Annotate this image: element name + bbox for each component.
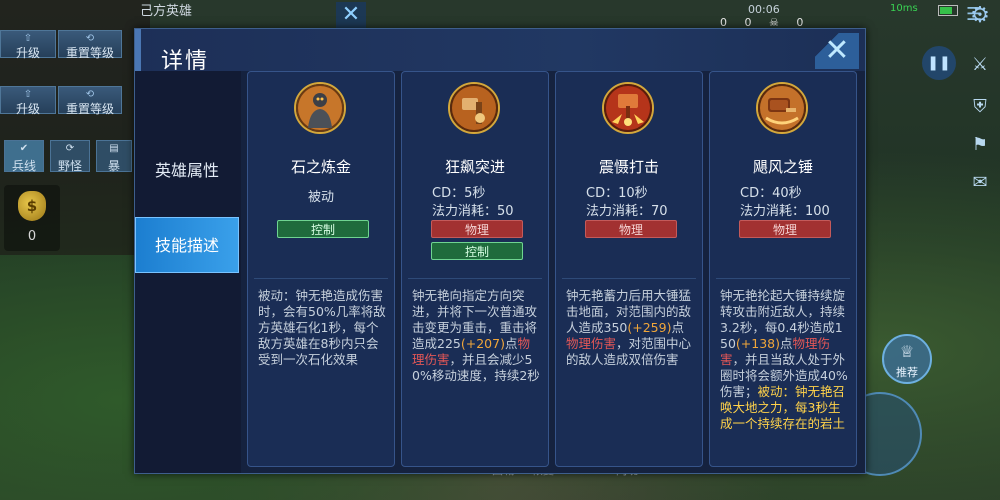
modal-sidebar: 英雄属性 技能描述 xyxy=(135,71,241,473)
gold-counter: $ 0 xyxy=(4,185,60,251)
skill-description: 钟无艳抡起大锤持续旋转攻击附近敌人，持续3.2秒，每0.4秒造成150(+138… xyxy=(720,288,848,432)
desc-damage-type: 物理伤害 xyxy=(566,336,617,351)
stone-alchemy-icon xyxy=(294,82,346,134)
reset-label: 重置等级 xyxy=(65,102,114,116)
skill-cd: CD：5秒 xyxy=(432,186,486,201)
skill-name: 狂飙突进 xyxy=(444,158,505,176)
skill-cd: CD：10秒 xyxy=(586,186,648,201)
tab-icon: ▤ xyxy=(109,143,119,154)
nav-hero-attributes[interactable]: 英雄属性 xyxy=(135,143,239,199)
tab-minion-wave[interactable]: ✔ 兵线 xyxy=(4,140,44,173)
tab-third[interactable]: ▤ 暴 xyxy=(96,140,132,173)
gold-value: 0 xyxy=(27,229,37,244)
header-accent-bar xyxy=(135,29,141,71)
reset-icon: ⟲ xyxy=(85,33,95,44)
skill-card-3: 飓风之锤 CD：40秒 法力消耗：100 物理 钟无艳抡起大锤持续旋转攻击附近敌… xyxy=(709,71,857,467)
skill-card-header: 飓风之锤 CD：40秒 法力消耗：100 物理 xyxy=(710,72,856,278)
tab-label: 野怪 xyxy=(57,159,82,173)
pause-button[interactable]: ❚❚ xyxy=(922,46,956,80)
ping-value: 10ms xyxy=(890,3,918,14)
check-icon: ✔ xyxy=(19,143,29,154)
skill-cost: 法力消耗：70 xyxy=(586,204,668,219)
reset-label: 重置等级 xyxy=(65,46,114,60)
upgrade-button-1[interactable]: ⇧ 升级 xyxy=(0,30,56,60)
skill-description: 钟无艳向指定方向突进，并将下一次普通攻击变更为重击，重击将造成225(+207)… xyxy=(412,288,540,384)
shock-strike-icon xyxy=(602,82,654,134)
match-time: 00:06 xyxy=(748,3,780,16)
skill-name: 石之炼金 xyxy=(290,158,351,176)
reset-level-button-1[interactable]: ⟲ 重置等级 xyxy=(58,30,122,60)
tag-physical: 物理 xyxy=(585,220,677,238)
arrow-up-icon: ⇧ xyxy=(23,89,33,100)
chat-icon[interactable]: ✉ xyxy=(960,166,1000,200)
top-status-bar: 00:06 0 0 ☠ 0 10ms ☰ xyxy=(720,0,1000,30)
recommend-icon: ♕ xyxy=(899,342,915,361)
desc-text: 点 xyxy=(504,336,518,351)
skill-description: 被动：钟无艳造成伤害时，会有50%几率将敌方英雄石化1秒，每个敌方英雄在8秒内只… xyxy=(258,288,386,368)
skill-name: 震慑打击 xyxy=(598,158,659,176)
skill-card-1: 狂飙突进 CD：5秒 法力消耗：50 物理 控制 钟无艳向指定方向突进，并将下一… xyxy=(401,71,549,467)
close-icon: ✕ xyxy=(824,33,850,68)
skill-cost: 法力消耗：50 xyxy=(432,204,514,219)
skill-card-header: 石之炼金 被动 控制 xyxy=(248,72,394,278)
card-divider xyxy=(716,278,850,279)
card-divider xyxy=(562,278,696,279)
reset-level-button-2[interactable]: ⟲ 重置等级 xyxy=(58,86,122,116)
skill-description: 钟无艳蓄力后用大锤猛击地面，对范围内的敌人造成350(+259)点物理伤害，对范… xyxy=(566,288,694,368)
recommend-label: 推荐 xyxy=(896,366,918,379)
recommend-button[interactable]: ♕ 推荐 xyxy=(882,334,932,384)
skill-card-passive: 石之炼金 被动 控制 被动：钟无艳造成伤害时，会有50%几率将敌方英雄石化1秒，… xyxy=(247,71,395,467)
skill-type: 被动 xyxy=(307,190,334,205)
arrow-up-icon: ⇧ xyxy=(23,33,33,44)
close-button[interactable]: ✕ xyxy=(815,33,859,69)
upgrade-label: 升级 xyxy=(15,46,40,60)
skill-name: 飓风之锤 xyxy=(752,158,813,176)
background-title: 己方英雄 xyxy=(140,4,193,19)
tab-label: 兵线 xyxy=(11,159,36,173)
shield-icon[interactable]: ⛨ xyxy=(960,90,1000,124)
background-close-icon[interactable]: ✕ xyxy=(336,2,366,28)
skill-cost: 法力消耗：100 xyxy=(740,204,830,219)
tag-control: 控制 xyxy=(277,220,369,238)
flag-icon[interactable]: ⚑ xyxy=(960,128,1000,162)
details-modal: 详情 ✕ 英雄属性 技能描述 石之炼金 被动 控制 被动：钟无艳造成伤害时，会有… xyxy=(134,28,866,474)
desc-text: 点 xyxy=(780,336,793,351)
rush-forward-icon xyxy=(448,82,500,134)
tab-jungle[interactable]: ⟳ 野怪 xyxy=(50,140,90,173)
skill-card-header: 震慑打击 CD：10秒 法力消耗：70 物理 xyxy=(556,72,702,278)
tag-physical: 物理 xyxy=(739,220,831,238)
skill-card-header: 狂飙突进 CD：5秒 法力消耗：50 物理 控制 xyxy=(402,72,548,278)
money-bag-icon: $ xyxy=(18,191,46,221)
tag-physical: 物理 xyxy=(431,220,523,238)
pause-icon: ❚❚ xyxy=(927,55,951,71)
upgrade-label: 升级 xyxy=(15,102,40,116)
card-divider xyxy=(254,278,388,279)
tab-label: 暴 xyxy=(107,159,120,173)
battery-icon xyxy=(938,5,958,16)
hurricane-hammer-icon xyxy=(756,82,808,134)
desc-text: 点 xyxy=(671,320,684,335)
sword-icon[interactable]: ⚔ xyxy=(960,48,1000,82)
desc-bonus: (+138) xyxy=(735,336,780,351)
skill-cd: CD：40秒 xyxy=(740,186,802,201)
reset-icon: ⟲ xyxy=(85,89,95,100)
upgrade-button-2[interactable]: ⇧ 升级 xyxy=(0,86,56,116)
refresh-icon: ⟳ xyxy=(65,143,75,154)
nav-skill-description[interactable]: 技能描述 xyxy=(135,217,239,273)
tag-control: 控制 xyxy=(431,242,523,260)
desc-bonus: (+207) xyxy=(460,336,505,351)
card-divider xyxy=(408,278,542,279)
desc-text: 被动：钟无艳造成伤害时，会有50%几率将敌方英雄石化1秒，每个敌方英雄在8秒内只… xyxy=(258,288,386,367)
desc-bonus: (+259) xyxy=(627,320,672,335)
gear-icon[interactable]: ⚙ xyxy=(966,2,994,30)
skill-card-2: 震慑打击 CD：10秒 法力消耗：70 物理 钟无艳蓄力后用大锤猛击地面，对范围… xyxy=(555,71,703,467)
modal-header: 详情 ✕ xyxy=(135,29,865,74)
